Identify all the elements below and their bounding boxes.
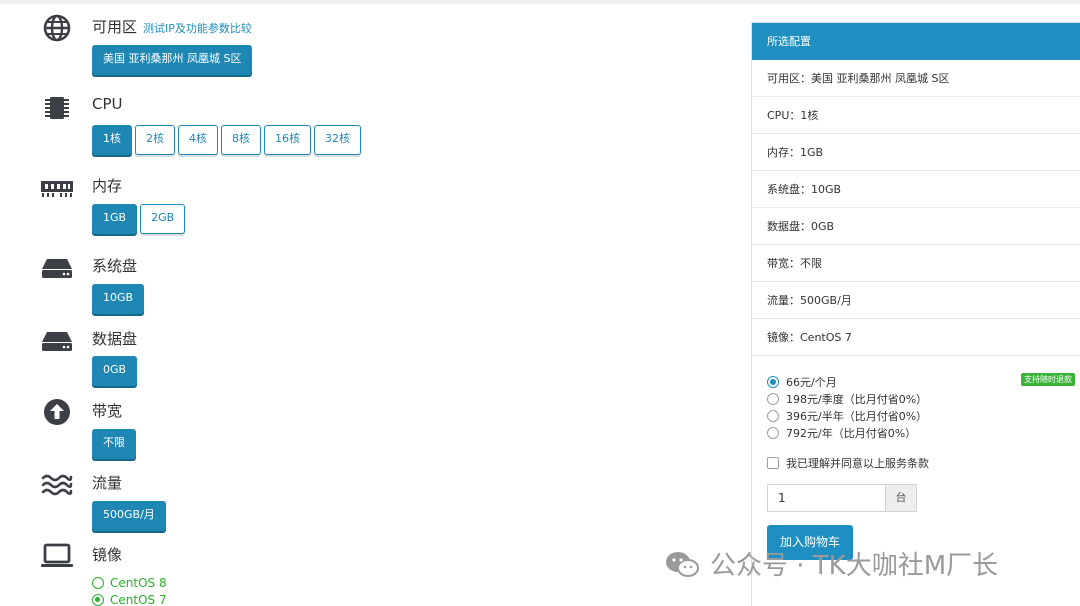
system-disk-option[interactable]: 10GB (92, 284, 145, 314)
globe-icon (40, 13, 74, 43)
summary-row: 镜像：CentOS 7 (752, 319, 1080, 356)
price-option[interactable]: 396元/半年（比月付省0%） (767, 407, 1080, 424)
cpu-option[interactable]: 8核 (221, 125, 261, 155)
price-options: 支持随时退款 66元/个月 198元/季度（比月付省0%） 396元/半年（比月付省… (767, 373, 1080, 441)
bandwidth-option[interactable]: 不限 (92, 429, 136, 459)
price-option[interactable]: 792元/年（比月付省0%） (767, 424, 1080, 441)
quantity-input[interactable]: 1 (767, 484, 885, 512)
image-radio-option[interactable]: CentOS 7 (92, 591, 167, 606)
zone-title: 可用区 测试IP及功能参数比较 (92, 16, 252, 37)
bandwidth-title: 带宽 (92, 402, 123, 420)
data-disk-option[interactable]: 0GB (92, 356, 138, 386)
image-options: CentOS 8 CentOS 7 (92, 574, 167, 606)
memory-icon (40, 173, 74, 203)
traffic-option[interactable]: 500GB/月 (92, 501, 166, 531)
cpu-option[interactable]: 32核 (314, 125, 361, 155)
summary-row: 带宽：不限 (752, 245, 1080, 282)
memory-title: 内存 (92, 177, 123, 195)
price-label: 396元/半年（比月付省0%） (786, 409, 928, 423)
hard-drive-icon (40, 253, 74, 283)
summary-row: 系统盘：10GB (752, 171, 1080, 208)
traffic-title: 流量 (92, 474, 123, 492)
upload-arrow-icon (40, 397, 74, 427)
summary-header: 所选配置 (752, 23, 1080, 60)
refund-badge: 支持随时退款 (1021, 373, 1075, 386)
zone-title-text: 可用区 (92, 18, 138, 36)
summary-panel: 所选配置 可用区：美国 亚利桑那州 凤凰城 S区 CPU：1核 内存：1GB 系统盘：… (751, 22, 1080, 606)
price-label: 792元/年（比月付省0%） (786, 426, 917, 440)
price-radio[interactable] (767, 426, 779, 439)
watermark: 公众号 · TK大咖社M厂长 (664, 545, 998, 582)
image-title: 镜像 (92, 546, 123, 564)
price-radio[interactable] (767, 409, 779, 422)
quantity-stepper: 1 台 (767, 484, 917, 512)
system-disk-title: 系统盘 (92, 257, 138, 275)
summary-rows: 可用区：美国 亚利桑那州 凤凰城 S区 CPU：1核 内存：1GB 系统盘：10GB 数… (752, 60, 1080, 356)
price-label: 66元/个月 (786, 375, 837, 389)
image-option-label: CentOS 7 (110, 592, 167, 606)
system-disk-options: 10GB (92, 284, 145, 314)
data-disk-options: 0GB (92, 356, 138, 386)
compare-link[interactable]: 测试IP及功能参数比较 (143, 22, 252, 35)
cpu-title: CPU (92, 95, 123, 113)
waves-icon (40, 470, 74, 500)
price-radio[interactable] (767, 392, 779, 405)
hard-drive-icon (40, 326, 74, 356)
summary-row: 可用区：美国 亚利桑那州 凤凰城 S区 (752, 60, 1080, 97)
top-divider (0, 0, 1080, 4)
terms-agreement[interactable]: 我已理解并同意以上服务条款 (767, 455, 929, 471)
image-radio-option[interactable]: CentOS 8 (92, 574, 167, 591)
memory-option[interactable]: 1GB (92, 204, 138, 234)
data-disk-title: 数据盘 (92, 330, 138, 348)
traffic-options: 500GB/月 (92, 501, 166, 531)
radio-dot[interactable] (92, 576, 104, 589)
watermark-text: 公众号 · TK大咖社M厂长 (710, 551, 999, 581)
summary-row: 数据盘：0GB (752, 208, 1080, 245)
quantity-unit: 台 (885, 484, 917, 512)
zone-options: 美国 亚利桑那州 凤凰城 S区 (92, 45, 253, 75)
cpu-option[interactable]: 1核 (92, 125, 132, 155)
memory-options: 1GB 2GB (92, 204, 186, 234)
memory-option[interactable]: 2GB (140, 204, 186, 234)
cpu-options: 1核 2核 4核 8核 16核 32核 (92, 125, 361, 155)
image-option-label: CentOS 8 (110, 575, 167, 590)
summary-row: 内存：1GB (752, 134, 1080, 171)
laptop-icon (40, 541, 74, 571)
price-option[interactable]: 198元/季度（比月付省0%） (767, 390, 1080, 407)
cpu-chip-icon (40, 93, 74, 123)
cpu-option[interactable]: 4核 (178, 125, 218, 155)
zone-option[interactable]: 美国 亚利桑那州 凤凰城 S区 (92, 45, 253, 75)
terms-label: 我已理解并同意以上服务条款 (786, 457, 929, 470)
summary-row: 流量：500GB/月 (752, 282, 1080, 319)
cpu-option[interactable]: 2核 (135, 125, 175, 155)
summary-row: CPU：1核 (752, 97, 1080, 134)
price-radio[interactable] (767, 375, 779, 388)
bandwidth-options: 不限 (92, 429, 136, 459)
terms-checkbox[interactable] (767, 457, 779, 469)
wechat-icon (666, 551, 699, 577)
cpu-option[interactable]: 16核 (264, 125, 311, 155)
radio-dot[interactable] (92, 593, 104, 606)
price-label: 198元/季度（比月付省0%） (786, 392, 928, 406)
